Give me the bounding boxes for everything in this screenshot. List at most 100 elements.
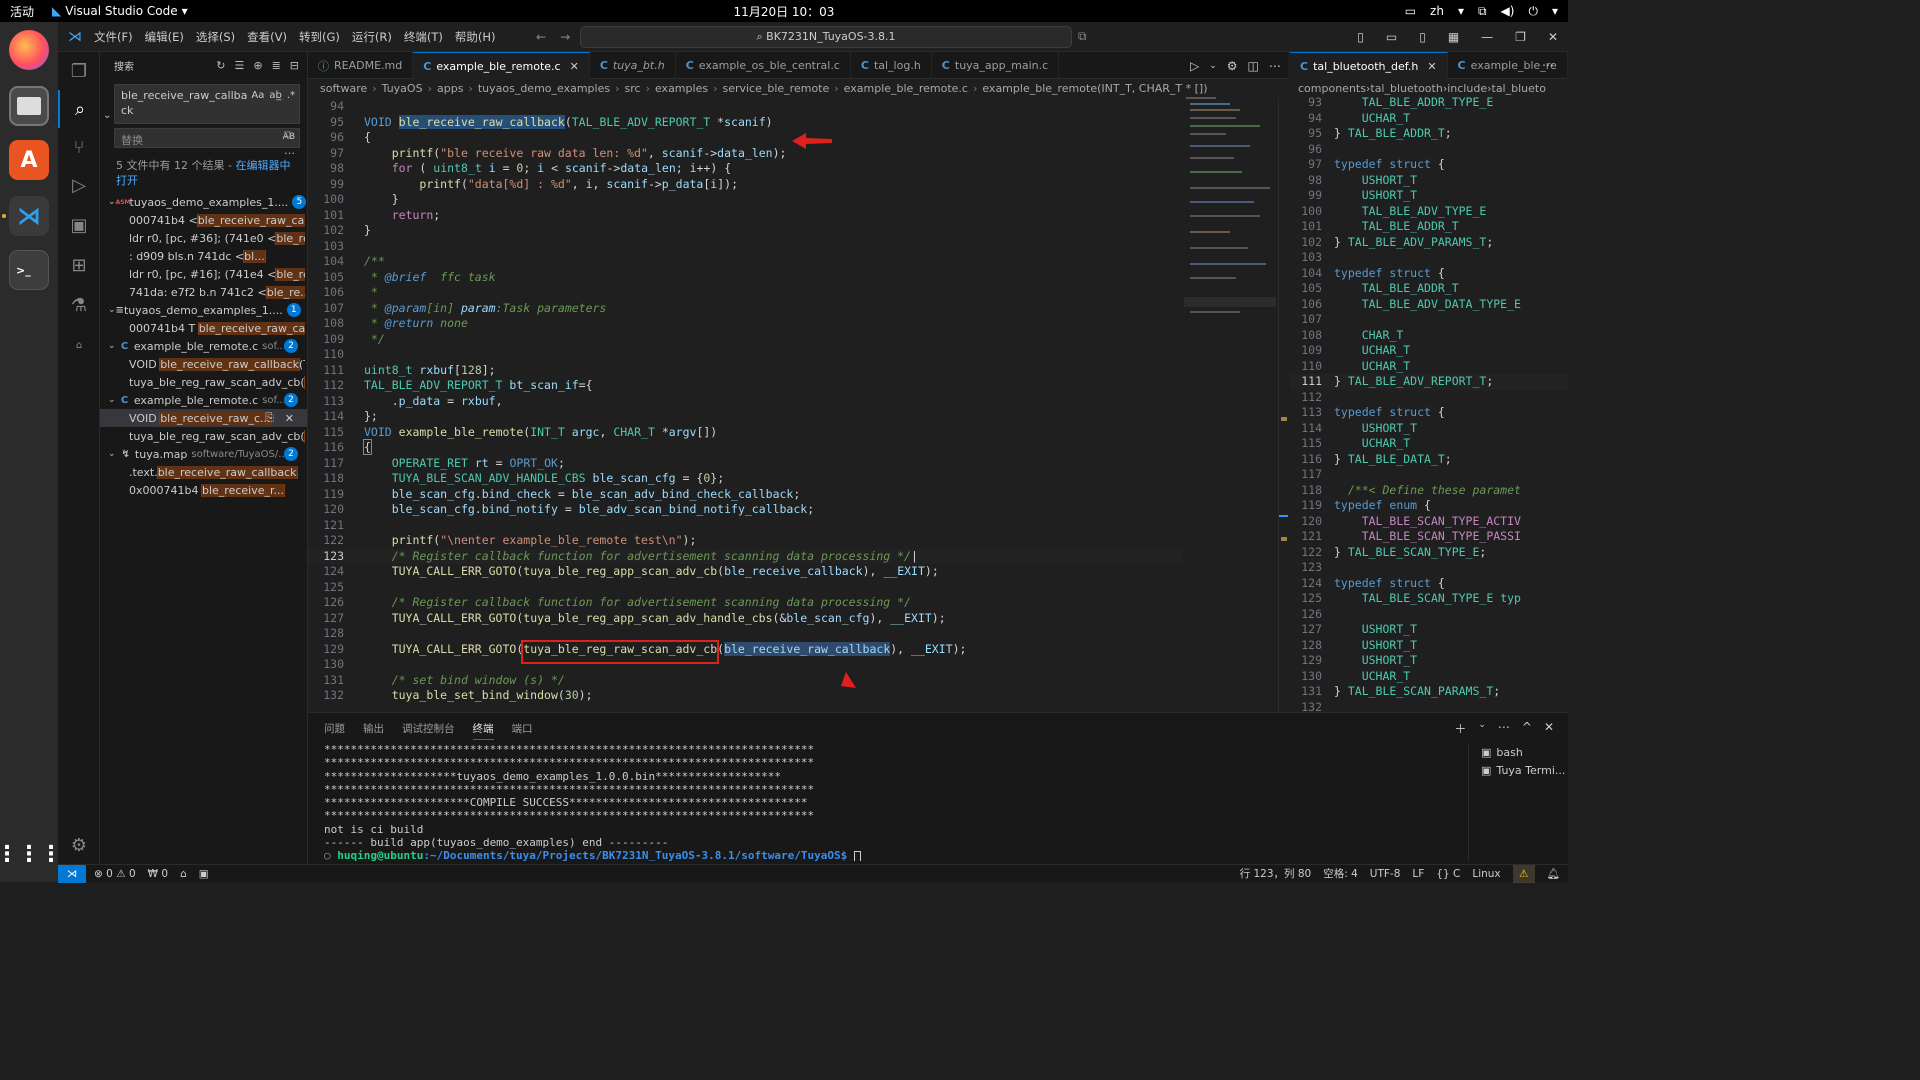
search-result-match[interactable]: tuya_ble_reg_raw_scan_adv_cb(bl... <box>100 373 307 391</box>
menu-item[interactable]: 文件(F) <box>94 29 133 45</box>
breadcrumb-item[interactable]: tal_blueto <box>1492 82 1546 95</box>
menu-item[interactable]: 选择(S) <box>196 29 235 45</box>
search-result-match[interactable]: 000741b4 <ble_receive_raw_callb... <box>100 211 307 229</box>
code-line[interactable]: 126 <box>1290 607 1568 623</box>
editor-tab[interactable]: Cexample_os_ble_central.c <box>676 52 851 79</box>
code-line[interactable]: 129 TUYA_CALL_ERR_GOTO(tuya_ble_reg_raw_… <box>308 641 1278 658</box>
code-line[interactable]: 112 TAL_BLE_ADV_REPORT_T bt_scan_if={ <box>308 378 1278 394</box>
terminal-icon[interactable]: >_ <box>9 250 49 290</box>
code-line[interactable]: 118 TUYA_BLE_SCAN_ADV_HANDLE_CBS ble_sca… <box>308 471 1278 487</box>
code-line[interactable]: 111} TAL_BLE_ADV_REPORT_T; <box>1290 374 1568 390</box>
code-line[interactable]: 116} TAL_BLE_DATA_T; <box>1290 452 1568 468</box>
breadcrumb-item[interactable]: src <box>625 82 641 95</box>
search-input[interactable]: ble_receive_raw_callback Aa ab̲ .* <box>114 84 300 124</box>
cursor-position[interactable]: 行 123，列 80 <box>1240 866 1312 881</box>
maximize-icon[interactable]: ❐ <box>1515 30 1526 44</box>
toggle-panel-icon[interactable]: ▭ <box>1386 30 1397 44</box>
editor-tab[interactable]: Ctuya_app_main.c <box>932 52 1060 79</box>
warning-triangle-icon[interactable]: ⚠ <box>1512 864 1535 883</box>
breadcrumb-item[interactable]: tuyaos_demo_examples <box>478 82 610 95</box>
code-line[interactable]: 94 UCHAR_T <box>1290 111 1568 127</box>
activities-button[interactable]: 活动 <box>0 3 44 20</box>
search-result-match[interactable]: ldr r0, [pc, #16]; (741e4 <ble_rece... <box>100 265 307 283</box>
replace-icon[interactable]: ⎘ <box>265 411 274 425</box>
match-case-icon[interactable]: Aa <box>251 88 264 103</box>
use-regex-icon[interactable]: .* <box>287 88 295 103</box>
code-line[interactable]: 113 .p_data = rxbuf, <box>308 394 1278 410</box>
vscode-icon[interactable]: ⋊ <box>9 196 49 236</box>
input-language[interactable]: zh <box>1430 4 1444 18</box>
code-line[interactable]: 99 printf("data[%d] : %d", i, scanif->p_… <box>308 177 1278 193</box>
search-result-match[interactable]: ldr r0, [pc, #36]; (741e0 <ble_rece... <box>100 229 307 247</box>
code-line[interactable]: 105 * @brief ffc task <box>308 270 1278 286</box>
breadcrumb-item[interactable]: apps <box>437 82 463 95</box>
breadcrumb-item[interactable]: example_ble_remote(INT_T, CHAR_T * []) <box>982 82 1207 95</box>
code-line[interactable]: 104 /** <box>308 254 1278 270</box>
code-line[interactable]: 102} <box>308 223 1278 239</box>
collapse-all-icon[interactable]: ⊟ <box>290 59 299 72</box>
code-line[interactable]: 108 CHAR_T <box>1290 328 1568 344</box>
more-options-icon[interactable]: … <box>284 144 295 157</box>
search-result-file[interactable]: ⌄ ASM tuyaos_demo_examples_1.... 5 <box>100 193 307 211</box>
code-line[interactable]: 116 { <box>308 439 1278 456</box>
toggle-replace-chevron-icon[interactable]: ⌄ <box>103 110 111 121</box>
code-line[interactable]: 95 VOID ble_receive_raw_callback(TAL_BLE_… <box>308 114 1278 131</box>
app-menu[interactable]: ◣ Visual Studio Code ▾ <box>44 4 188 18</box>
code-line[interactable]: 122 printf("\nenter example_ble_remote t… <box>308 533 1278 549</box>
code-line[interactable]: 106 * <box>308 285 1278 301</box>
code-line[interactable]: 110 <box>308 347 1278 363</box>
back-arrow-icon[interactable]: ← <box>536 30 546 44</box>
menu-item[interactable]: 查看(V) <box>247 29 287 45</box>
search-result-match[interactable]: tuya_ble_reg_raw_scan_adv_cb(bl... <box>100 427 307 445</box>
code-line[interactable]: 127 TUYA_CALL_ERR_GOTO(tuya_ble_reg_app_… <box>308 611 1278 627</box>
open-in-window-icon[interactable]: ⧉ <box>1078 29 1087 44</box>
panel-tab[interactable]: 调试控制台 <box>402 721 455 740</box>
gear-icon[interactable]: ⚙ <box>1227 59 1238 73</box>
end-of-line[interactable]: LF <box>1412 868 1424 880</box>
explorer-icon[interactable]: ❐ <box>58 52 100 90</box>
new-search-editor-icon[interactable]: ⊕ <box>253 59 262 72</box>
search-result-match[interactable]: : d909 bls.n 741dc <bl... <box>100 247 307 265</box>
remote-indicator-icon[interactable]: ⋊ <box>58 864 86 883</box>
extensions-icon[interactable]: ⊞ <box>58 246 100 284</box>
more-actions-icon[interactable]: ⋯ <box>1542 58 1554 72</box>
code-line[interactable]: 99 USHORT_T <box>1290 188 1568 204</box>
code-line[interactable]: 93 TAL_BLE_ADDR_TYPE_E <box>1290 97 1568 111</box>
more-actions-icon[interactable]: ⋯ <box>1498 720 1510 737</box>
code-line[interactable]: 107 * @param[in] param:Task parameters <box>308 301 1278 317</box>
search-result-match[interactable]: VOID ble_receive_raw_callback(TA... <box>100 355 307 373</box>
menu-item[interactable]: 编辑(E) <box>145 29 184 45</box>
editor-tab[interactable]: Ctal_log.h <box>851 52 932 79</box>
close-icon[interactable]: ✕ <box>1548 30 1558 44</box>
code-line[interactable]: 106 TAL_BLE_ADV_DATA_TYPE_E <box>1290 297 1568 313</box>
code-line[interactable]: 101 return; <box>308 208 1278 224</box>
code-line[interactable]: 103 <box>308 239 1278 255</box>
code-line[interactable]: 98 for ( uint8_t i = 0; i < scanif->data… <box>308 161 1278 177</box>
indentation[interactable]: 空格: 4 <box>1323 866 1358 881</box>
code-line[interactable]: 111 uint8_t rxbuf[128]; <box>308 363 1278 379</box>
encoding[interactable]: UTF-8 <box>1370 868 1401 880</box>
run-debug-icon[interactable]: ▷ <box>58 166 100 204</box>
dismiss-icon[interactable]: ✕ <box>285 412 294 425</box>
files-icon[interactable] <box>9 86 49 126</box>
code-line[interactable]: 127 USHORT_T <box>1290 622 1568 638</box>
code-line[interactable]: 121 TAL_BLE_SCAN_TYPE_PASSI <box>1290 529 1568 545</box>
code-line[interactable]: 125 <box>308 580 1278 596</box>
clock[interactable]: 11月20日 10：03 <box>0 3 1568 20</box>
code-line[interactable]: 118 /**< Define these paramet <box>1290 483 1568 499</box>
code-line[interactable]: 94 <box>308 99 1278 115</box>
code-line[interactable]: 97 typedef struct { <box>1290 157 1568 173</box>
code-line[interactable]: 108 * @return none <box>308 316 1278 332</box>
testing-icon[interactable]: ⚗ <box>58 286 100 324</box>
code-line[interactable]: 104 typedef struct { <box>1290 266 1568 282</box>
editor-tab[interactable]: Ctal_bluetooth_def.h ✕ <box>1290 52 1448 79</box>
editor-tab[interactable]: Cexample_ble_remote.c ✕ <box>413 52 590 79</box>
code-line[interactable]: 132 <box>1290 700 1568 713</box>
run-icon[interactable]: ▷ <box>1190 59 1199 73</box>
code-line[interactable]: 117 OPERATE_RET rt = OPRT_OK; <box>308 456 1278 472</box>
search-icon[interactable]: ⌕ <box>58 90 100 128</box>
platform[interactable]: Linux <box>1472 868 1500 880</box>
forward-arrow-icon[interactable]: → <box>560 30 570 44</box>
toggle-secondary-sidebar-icon[interactable]: ▯ <box>1419 30 1426 44</box>
code-editor[interactable]: 94 95 VOID ble_receive_raw_callback(TAL_BL… <box>308 97 1278 712</box>
